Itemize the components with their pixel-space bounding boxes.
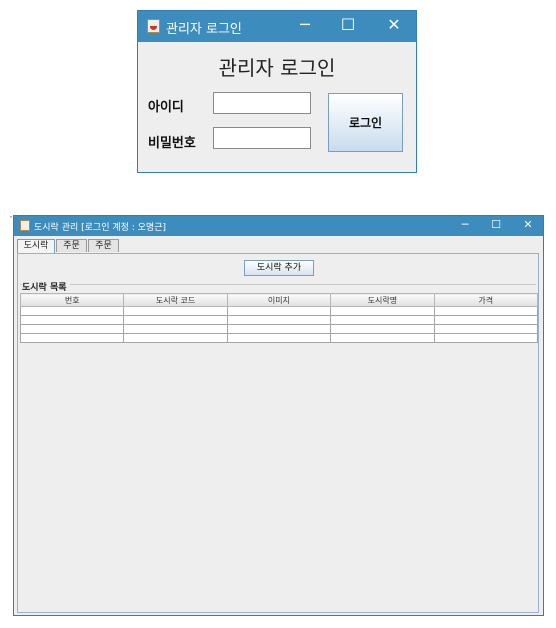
minimize-button[interactable]: ─ [455, 218, 475, 231]
main-window-title: 도시락 관리 [로그인 계정 : 오명근] [34, 223, 166, 233]
tab-dosirak[interactable]: 도시락 [17, 239, 55, 253]
table-row[interactable] [19, 315, 539, 325]
table-cell[interactable] [330, 306, 435, 316]
password-label: 비밀번호 [148, 136, 196, 151]
table-cell[interactable] [330, 333, 435, 343]
close-button[interactable]: ✕ [518, 218, 538, 231]
tab-order-1[interactable]: 주문 [56, 239, 87, 252]
table-row[interactable] [19, 306, 539, 316]
minimize-button[interactable]: ─ [291, 15, 319, 34]
tab-order-2[interactable]: 주문 [88, 239, 119, 252]
table-cell[interactable] [19, 324, 125, 334]
dosirak-panel: 도시락 추가 도시락 목록 번호 도시락 코드 이미지 도시락명 가격 [17, 253, 539, 613]
table-cell[interactable] [123, 306, 228, 316]
column-header-number[interactable]: 번호 [19, 293, 125, 307]
table-header-row: 번호 도시락 코드 이미지 도시락명 가격 [19, 293, 539, 307]
table-cell[interactable] [330, 315, 435, 325]
add-dosirak-button[interactable]: 도시락 추가 [244, 260, 314, 276]
table-cell[interactable] [226, 315, 332, 325]
table-row[interactable] [19, 333, 539, 343]
login-window: 관리자 로그인 ─ ☐ ✕ 관리자 로그인 아이디 비밀번호 로그인 [137, 10, 417, 173]
table-cell[interactable] [19, 333, 125, 343]
java-app-icon [147, 19, 160, 33]
table-cell[interactable] [330, 324, 435, 334]
password-input[interactable] [213, 127, 311, 149]
id-label: 아이디 [148, 100, 184, 115]
column-header-image[interactable]: 이미지 [226, 293, 332, 307]
table-cell[interactable] [19, 315, 125, 325]
table-row[interactable] [19, 324, 539, 334]
table-cell[interactable] [433, 306, 539, 316]
login-titlebar: 관리자 로그인 ─ ☐ ✕ [138, 11, 416, 42]
column-header-name[interactable]: 도시락명 [330, 293, 435, 307]
maximize-button[interactable]: ☐ [334, 15, 362, 34]
main-window: 도시락 관리 [로그인 계정 : 오명근] ─ ☐ ✕ 도시락 주문 주문 도시… [13, 215, 544, 616]
main-titlebar: 도시락 관리 [로그인 계정 : 오명근] ─ ☐ ✕ [14, 216, 543, 236]
login-heading: 관리자 로그인 [218, 56, 336, 80]
table-cell[interactable] [433, 324, 539, 334]
dosirak-table: 번호 도시락 코드 이미지 도시락명 가격 [19, 293, 539, 343]
table-cell[interactable] [226, 324, 332, 334]
table-cell[interactable] [123, 324, 228, 334]
group-border [20, 284, 536, 285]
table-cell[interactable] [19, 306, 125, 316]
column-header-code[interactable]: 도시락 코드 [123, 293, 228, 307]
list-title: 도시락 목록 [22, 280, 70, 293]
login-window-title: 관리자 로그인 [166, 22, 242, 37]
table-cell[interactable] [226, 306, 332, 316]
maximize-button[interactable]: ☐ [486, 218, 506, 231]
column-header-price[interactable]: 가격 [433, 293, 539, 307]
table-cell[interactable] [123, 315, 228, 325]
table-cell[interactable] [433, 333, 539, 343]
close-button[interactable]: ✕ [380, 15, 408, 34]
id-input[interactable] [213, 92, 311, 114]
table-cell[interactable] [226, 333, 332, 343]
table-cell[interactable] [123, 333, 228, 343]
table-cell[interactable] [433, 315, 539, 325]
login-button[interactable]: 로그인 [328, 93, 403, 152]
java-app-icon [20, 220, 30, 231]
